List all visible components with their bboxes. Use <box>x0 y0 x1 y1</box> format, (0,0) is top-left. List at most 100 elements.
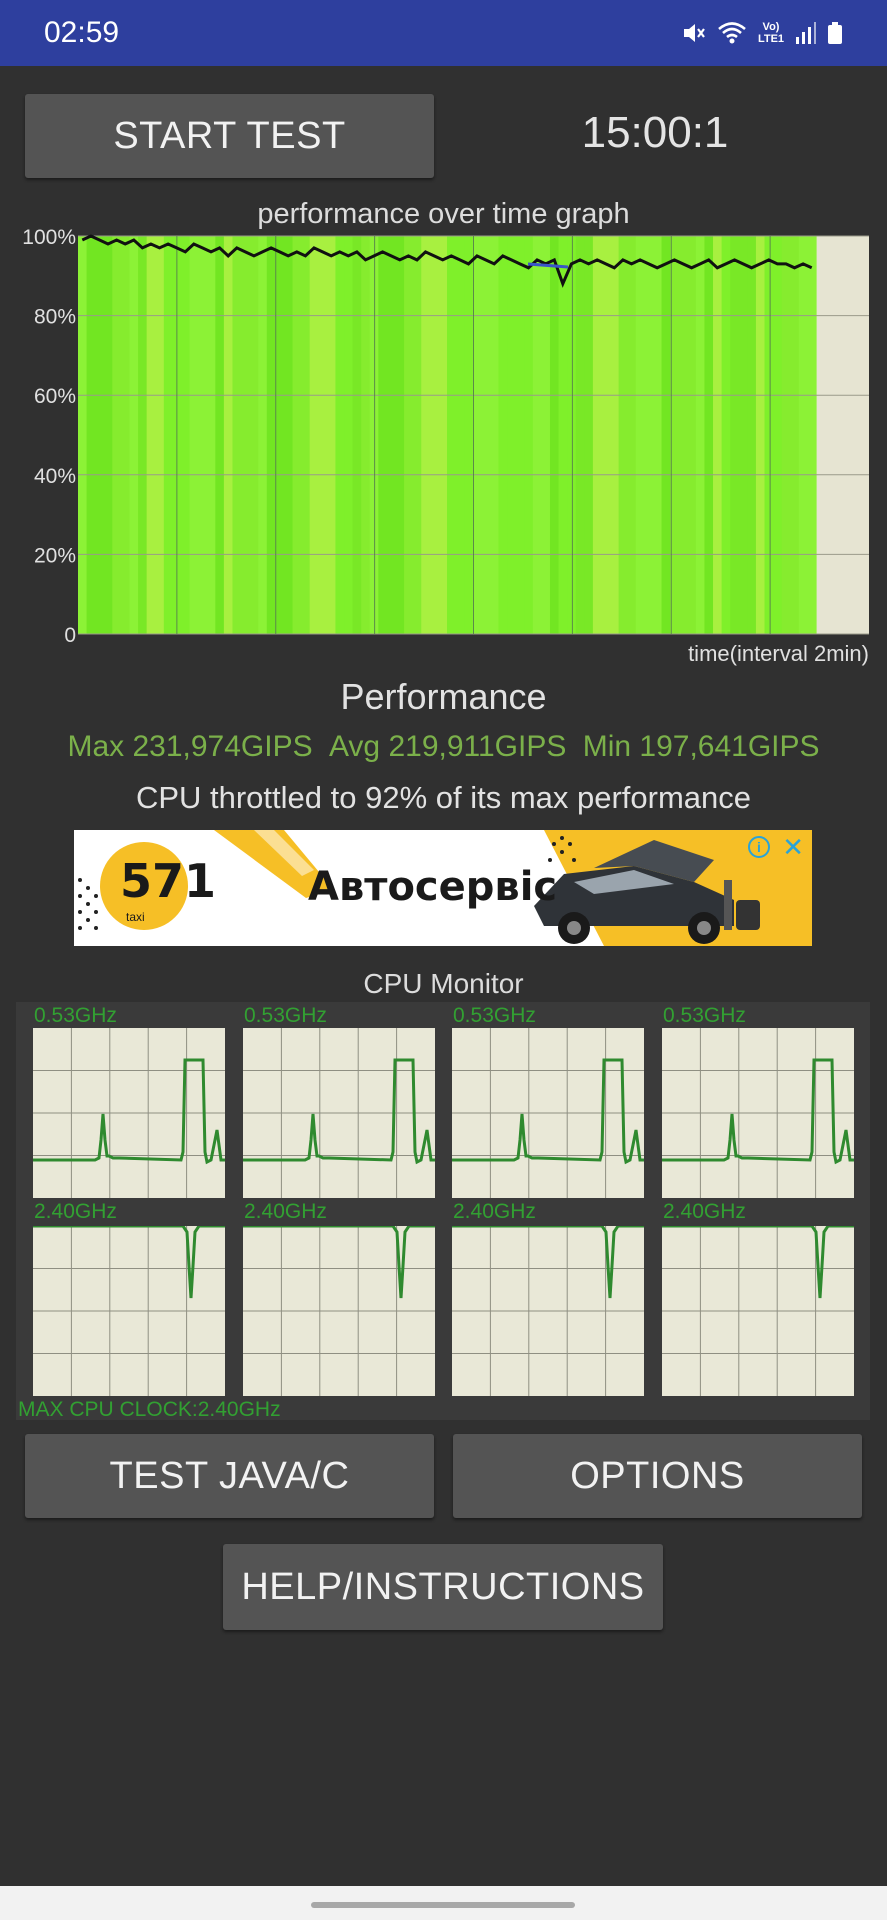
home-gesture-handle[interactable] <box>311 1902 575 1908</box>
performance-bar <box>206 236 216 634</box>
performance-bar <box>472 236 482 634</box>
performance-bar <box>189 236 199 634</box>
performance-bar <box>249 236 259 634</box>
performance-bar <box>301 236 311 634</box>
performance-bar <box>515 236 525 634</box>
options-button[interactable]: OPTIONS <box>453 1434 862 1518</box>
performance-bar <box>258 236 268 634</box>
y-tick-label: 40% <box>34 465 76 488</box>
performance-bar <box>163 236 173 634</box>
performance-bar <box>412 236 422 634</box>
performance-bar <box>755 236 766 634</box>
ad-taxi-label: taxi <box>126 910 145 924</box>
performance-bar <box>524 236 534 634</box>
graph-x-label: time(interval 2min) <box>688 641 869 666</box>
performance-bar <box>361 236 371 634</box>
ad-number: 571 <box>120 854 217 908</box>
performance-bar <box>292 236 302 634</box>
performance-bar <box>687 236 697 634</box>
y-tick-label: 100% <box>22 226 76 249</box>
performance-bar <box>386 236 397 634</box>
performance-bar <box>344 236 354 634</box>
performance-bar <box>95 236 105 634</box>
performance-bar <box>352 236 362 634</box>
test-java-c-button[interactable]: TEST JAVA/C <box>25 1434 434 1518</box>
performance-bar <box>404 236 414 634</box>
performance-bar <box>146 236 156 634</box>
performance-bar <box>241 236 251 634</box>
lte-icon: Vo) LTE1 <box>757 21 785 45</box>
cpu-monitor-panel: 0.53GHz 0.53GHz 0.53GHz 0.53GHz 2.40GHz … <box>16 1002 870 1420</box>
performance-graph: 100% 80% 60% 40% 20% 0 time(interval 2min) <box>22 226 869 666</box>
y-tick-label: 0 <box>64 624 76 647</box>
performance-bar <box>309 236 319 634</box>
performance-bar <box>747 236 757 634</box>
status-time: 02:59 <box>44 16 120 49</box>
core-freq-label: 2.40GHz <box>244 1200 327 1223</box>
performance-bar <box>103 236 113 634</box>
performance-bar <box>283 236 294 634</box>
performance-bar <box>223 236 234 634</box>
test-timer: 15:00:1 <box>581 108 729 157</box>
performance-bar <box>180 236 191 634</box>
performance-bar <box>627 236 637 634</box>
performance-bar <box>790 236 800 634</box>
performance-heading: Performance <box>340 676 547 717</box>
performance-bar <box>335 236 345 634</box>
performance-bar <box>541 236 551 634</box>
mute-icon <box>684 24 705 42</box>
performance-bar <box>86 236 96 634</box>
performance-bar <box>773 236 783 634</box>
performance-bar <box>558 236 568 634</box>
performance-bar <box>661 236 671 634</box>
performance-bar <box>584 236 594 634</box>
help-instructions-button[interactable]: HELP/INSTRUCTIONS <box>223 1544 663 1630</box>
performance-bar <box>635 236 645 634</box>
performance-bar <box>807 236 817 634</box>
performance-bar <box>507 236 517 634</box>
performance-bar <box>438 236 448 634</box>
performance-bar <box>112 236 122 634</box>
performance-bar <box>764 236 774 634</box>
performance-bar <box>395 236 405 634</box>
performance-bar <box>610 236 620 634</box>
performance-bar <box>592 236 603 634</box>
core-chart <box>243 1226 435 1396</box>
performance-bar <box>198 236 208 634</box>
performance-bar <box>429 236 440 634</box>
performance-bar <box>618 236 628 634</box>
performance-bar <box>447 236 457 634</box>
core-chart <box>662 1226 854 1396</box>
y-tick-label: 60% <box>34 385 76 408</box>
core-freq-label: 0.53GHz <box>244 1004 327 1027</box>
performance-bar <box>601 236 611 634</box>
start-test-button[interactable]: START TEST <box>25 94 434 178</box>
performance-bar <box>678 236 688 634</box>
min-stat: Min 197,641GIPS <box>582 730 820 763</box>
performance-bar <box>781 236 791 634</box>
core-freq-label: 2.40GHz <box>663 1200 746 1223</box>
y-tick-label: 20% <box>34 544 76 567</box>
core-chart <box>243 1028 435 1198</box>
performance-bar <box>275 236 285 634</box>
performance-bar <box>129 236 139 634</box>
performance-bar <box>455 236 465 634</box>
core-chart <box>452 1028 644 1198</box>
info-icon[interactable]: i <box>748 836 770 858</box>
performance-bar <box>498 236 508 634</box>
performance-bar <box>532 236 542 634</box>
core-freq-label: 0.53GHz <box>453 1004 536 1027</box>
performance-bar <box>155 236 165 634</box>
performance-bar <box>738 236 748 634</box>
close-icon[interactable]: ✕ <box>782 832 804 863</box>
ad-banner[interactable]: 571 taxi Автосервіс i ✕ <box>74 830 812 946</box>
core-freq-label: 2.40GHz <box>453 1200 536 1223</box>
performance-bar <box>78 236 88 634</box>
performance-bar <box>215 236 225 634</box>
performance-bar <box>730 236 740 634</box>
signal-icon <box>796 22 816 44</box>
wifi-icon <box>718 22 746 44</box>
performance-bar <box>489 236 500 634</box>
performance-bar <box>721 236 731 634</box>
performance-bar <box>567 236 577 634</box>
